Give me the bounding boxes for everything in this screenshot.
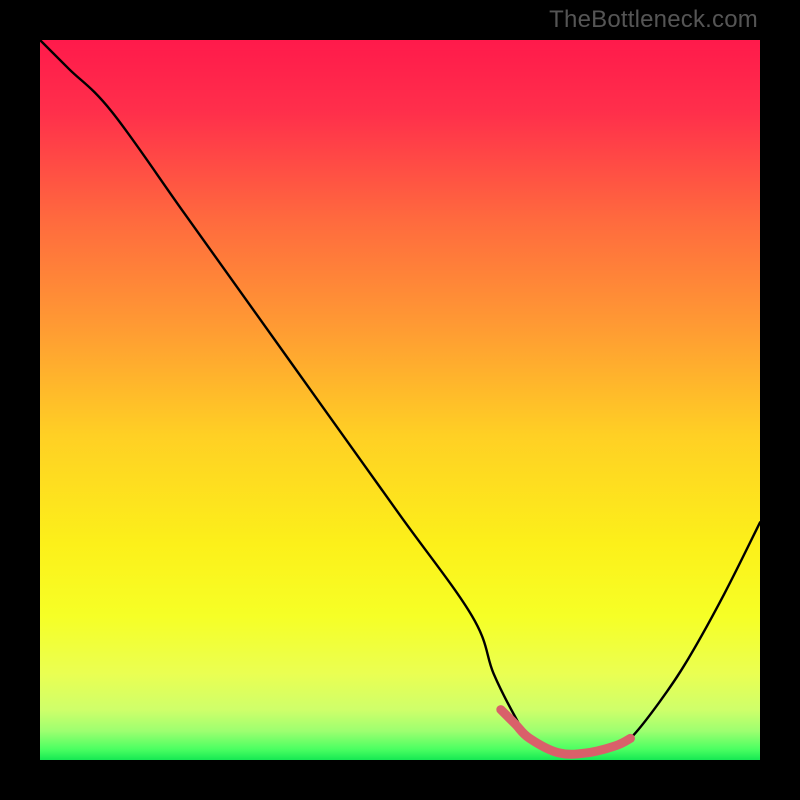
optimal-range-highlight (501, 710, 631, 755)
watermark-text: TheBottleneck.com (549, 6, 758, 34)
chart-frame: TheBottleneck.com (0, 0, 800, 800)
curve-layer (40, 40, 760, 760)
bottleneck-curve (40, 40, 760, 754)
plot-area (40, 40, 760, 760)
